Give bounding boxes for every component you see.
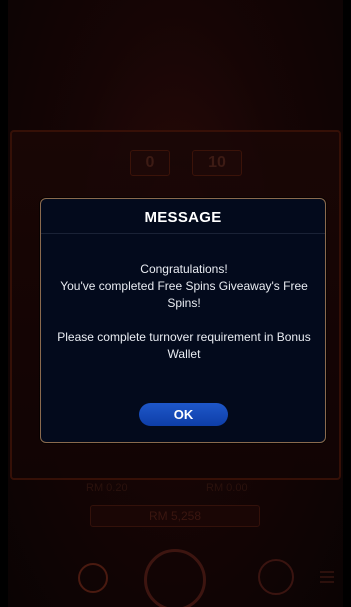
menu-icon[interactable]	[320, 571, 334, 583]
message-line-congrats: Congratulations!	[140, 262, 228, 276]
message-dialog: MESSAGE Congratulations! You've complete…	[40, 198, 326, 443]
free-spins-counter-total: 10	[192, 150, 242, 176]
ok-button[interactable]: OK	[139, 403, 228, 426]
game-screen: 0 10 RM 0.20 RM 0.00 RM 5,258 MESSAGE Co…	[0, 0, 351, 607]
game-controls	[8, 545, 343, 607]
win-amount: RM 0.00	[206, 482, 248, 494]
autoplay-button[interactable]	[258, 559, 294, 595]
dialog-divider	[41, 233, 325, 234]
message-line-turnover: Please complete turnover requirement in …	[57, 330, 311, 361]
bet-amount: RM 0.20	[86, 482, 128, 494]
message-line-completed: You've completed Free Spins Giveaway's F…	[60, 279, 308, 310]
dialog-message: Congratulations! You've completed Free S…	[55, 261, 313, 363]
balance-display: RM 5,258	[90, 505, 260, 527]
free-spins-counter-used: 0	[130, 150, 170, 176]
bet-button[interactable]	[78, 563, 108, 593]
bet-info-bar: RM 0.20 RM 0.00	[16, 478, 336, 498]
spin-button[interactable]	[144, 549, 206, 607]
dialog-title: MESSAGE	[144, 209, 222, 226]
